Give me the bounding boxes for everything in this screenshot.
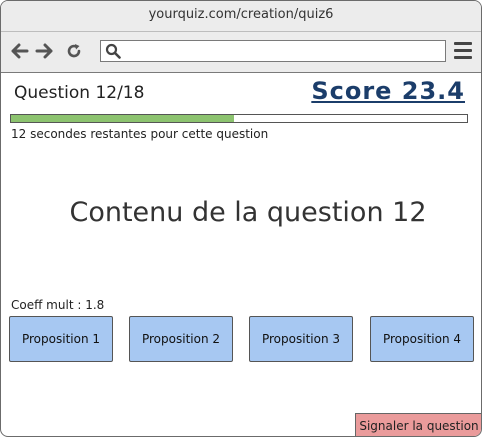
- question-counter: Question 12/18: [14, 83, 145, 103]
- proposition-3-button[interactable]: Proposition 3: [249, 316, 353, 362]
- address-title: yourquiz.com/creation/quiz6: [1, 1, 481, 32]
- arrow-left-icon[interactable]: [9, 40, 31, 62]
- report-question-button[interactable]: Signaler la question: [355, 413, 481, 436]
- browser-window: yourquiz.com/creation/quiz6 Question 12/…: [0, 0, 482, 437]
- coeff-multiplier: Coeff mult : 1.8: [11, 298, 105, 312]
- search-icon: [105, 43, 121, 63]
- proposition-1-button[interactable]: Proposition 1: [9, 316, 113, 362]
- hamburger-menu-icon[interactable]: [454, 42, 474, 60]
- address-bar[interactable]: [100, 40, 446, 62]
- timer-text: 12 secondes restantes pour cette questio…: [11, 127, 269, 141]
- arrow-right-icon[interactable]: [33, 40, 55, 62]
- browser-toolbar: [1, 32, 481, 73]
- score-display: Score 23.4: [311, 77, 465, 105]
- time-progress-bar: [10, 114, 468, 123]
- proposition-2-button[interactable]: Proposition 2: [129, 316, 233, 362]
- proposition-4-button[interactable]: Proposition 4: [370, 316, 474, 362]
- time-progress-fill: [11, 115, 235, 122]
- search-input[interactable]: [125, 42, 444, 62]
- question-content: Contenu de la question 12: [69, 197, 427, 228]
- reload-icon[interactable]: [63, 40, 85, 62]
